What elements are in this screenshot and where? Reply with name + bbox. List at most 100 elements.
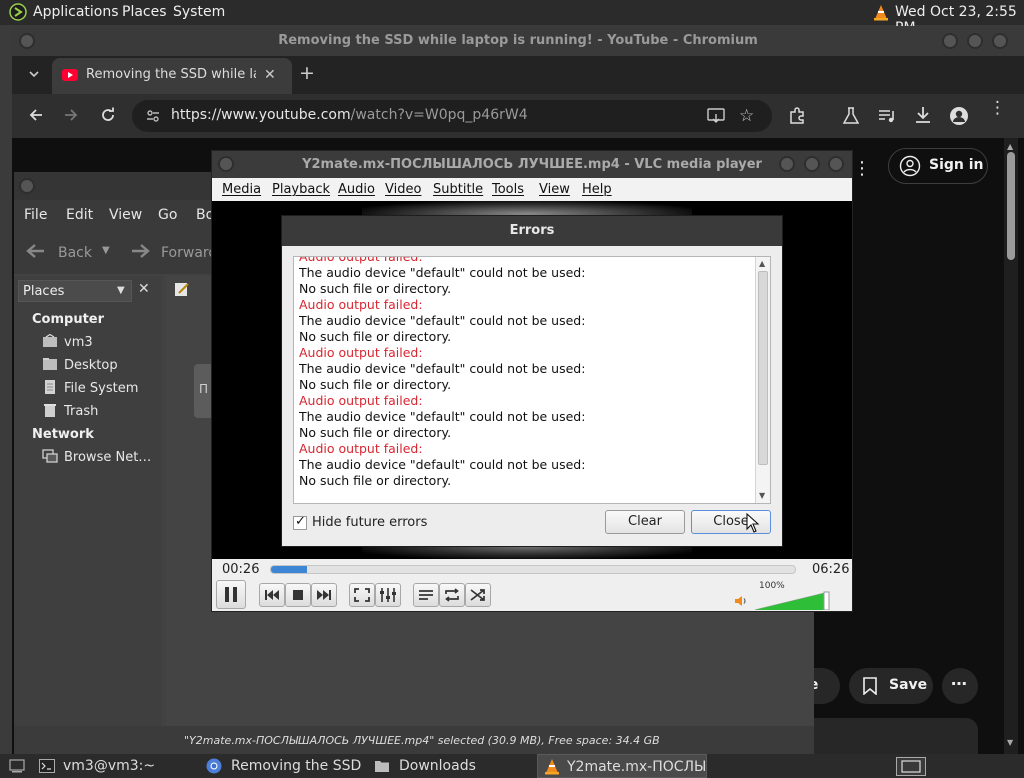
media-controls-icon[interactable] <box>878 108 896 124</box>
sidebar-item-vm3[interactable]: vm3 <box>64 335 93 350</box>
downloads-icon[interactable] <box>915 106 931 124</box>
labs-flask-icon[interactable] <box>843 107 859 125</box>
taskbar-label-chromium: Removing the SSD ... <box>231 758 364 774</box>
window-menu-button[interactable] <box>19 33 35 49</box>
cast-icon[interactable] <box>707 108 725 124</box>
extended-settings-button[interactable] <box>375 583 401 607</box>
errors-scrollbar[interactable]: ▲ ▼ <box>755 257 770 503</box>
vlc-menu-video[interactable]: Video <box>385 182 421 197</box>
errors-scroll-down-icon[interactable]: ▼ <box>759 491 765 500</box>
url-text: https://www.youtube.com/watch?v=W0pq_p46… <box>171 107 528 123</box>
next-button[interactable] <box>311 583 337 607</box>
back-icon[interactable] <box>24 242 46 260</box>
fm-menu-view[interactable]: View <box>109 207 142 223</box>
vlc-menu-audio[interactable]: Audio <box>338 182 375 197</box>
close-tab-icon[interactable]: ✕ <box>264 67 276 83</box>
url-path: /watch?v=W0pq_p46rW4 <box>350 107 528 123</box>
vlc-minimize-button[interactable] <box>779 156 795 172</box>
vlc-maximize-button[interactable] <box>804 156 820 172</box>
fm-menu-file[interactable]: File <box>24 207 47 223</box>
pause-button[interactable] <box>216 580 246 609</box>
reload-icon[interactable] <box>100 107 116 123</box>
tab-youtube[interactable]: Removing the SSD while lapt ✕ <box>52 58 292 94</box>
vlc-tray-icon[interactable] <box>873 4 889 21</box>
site-info-icon[interactable] <box>145 108 161 124</box>
profile-icon[interactable] <box>949 106 969 126</box>
address-bar[interactable]: https://www.youtube.com/watch?v=W0pq_p46… <box>132 100 772 132</box>
menu-places[interactable]: Places <box>122 4 167 20</box>
taskbar-item-downloads[interactable]: Downloads <box>370 754 532 778</box>
workspace-switcher-icon[interactable] <box>896 757 926 776</box>
vlc-close-button[interactable] <box>828 156 844 172</box>
distro-logo-icon[interactable] <box>9 3 27 21</box>
taskbar-item-terminal[interactable]: vm3@vm3:~ <box>36 754 196 778</box>
errors-title: Errors <box>509 223 555 238</box>
errors-scrollbar-thumb[interactable] <box>758 271 768 465</box>
menu-system[interactable]: System <box>173 4 225 20</box>
extensions-icon[interactable] <box>788 107 806 125</box>
forward-arrow-icon[interactable] <box>63 107 79 123</box>
volume-speaker-icon[interactable] <box>734 595 748 607</box>
places-selector[interactable]: Places ▼ <box>18 280 132 302</box>
sidebar-item-browse-network[interactable]: Browse Net… <box>64 450 151 465</box>
vlc-window-menu-button[interactable] <box>218 156 234 172</box>
loop-button[interactable] <box>439 583 465 607</box>
browser-menu-icon[interactable]: ⋮ <box>989 100 1006 117</box>
scrollbar-thumb[interactable] <box>1007 152 1015 260</box>
save-button[interactable]: Save <box>849 668 933 704</box>
sidebar-item-trash[interactable]: Trash <box>64 404 98 419</box>
taskbar-item-vlc[interactable]: Y2mate.mx-ПОСЛЫ... <box>537 754 707 778</box>
show-desktop-icon[interactable] <box>9 759 25 773</box>
stop-button[interactable] <box>285 583 311 607</box>
back-history-chevron-icon[interactable]: ▼ <box>102 245 110 256</box>
chromium-title-bar[interactable]: Removing the SSD while laptop is running… <box>12 26 1024 56</box>
sidebar-item-file-system[interactable]: File System <box>64 381 138 396</box>
menu-applications[interactable]: Applications <box>33 4 119 20</box>
scroll-up-arrow-icon[interactable]: ▲ <box>1007 142 1013 151</box>
errors-title-bar[interactable]: Errors <box>282 216 782 246</box>
vlc-menu-media[interactable]: Media <box>222 182 261 197</box>
vlc-title-bar[interactable]: Y2mate.mx-ПОСЛЫШАЛОСЬ ЛУЧШЕЕ.mp4 - VLC m… <box>212 151 852 178</box>
location-edit-icon[interactable] <box>174 281 190 297</box>
maximize-button[interactable] <box>967 33 983 49</box>
tab-search-chevron-icon[interactable] <box>28 68 40 80</box>
back-label[interactable]: Back <box>58 245 92 261</box>
fm-menu-go[interactable]: Go <box>158 207 177 223</box>
close-button[interactable] <box>992 33 1008 49</box>
fm-window-menu-button[interactable] <box>19 178 35 194</box>
errors-log[interactable]: Audio output failed: The audio device "de… <box>293 256 771 504</box>
previous-button[interactable] <box>259 583 285 607</box>
vlc-menu-subtitle[interactable]: Subtitle <box>433 182 483 197</box>
youtube-more-icon[interactable]: ⋮ <box>853 158 871 179</box>
bookmark-star-icon[interactable]: ☆ <box>739 106 754 126</box>
playlist-button[interactable] <box>413 583 439 607</box>
errors-scroll-up-icon[interactable]: ▲ <box>759 259 765 268</box>
hide-future-errors-checkbox[interactable]: ✓ <box>293 514 307 530</box>
tab-title: Removing the SSD while lapt <box>86 67 256 82</box>
seek-bar[interactable] <box>270 565 796 574</box>
fm-menu-edit[interactable]: Edit <box>66 207 93 223</box>
scroll-down-arrow-icon[interactable]: ▼ <box>1007 738 1013 747</box>
vlc-menu-help[interactable]: Help <box>582 182 612 197</box>
file-item-partial[interactable]: П <box>194 364 212 418</box>
clear-button[interactable]: Clear <box>605 510 685 534</box>
sidebar-item-desktop[interactable]: Desktop <box>64 358 118 373</box>
forward-icon[interactable] <box>130 242 152 260</box>
vlc-menu-playback[interactable]: Playback <box>272 182 330 197</box>
vlc-menu-view[interactable]: View <box>539 182 570 197</box>
back-arrow-icon[interactable] <box>28 107 44 123</box>
scrollbar-track[interactable]: ▲ ▼ <box>1004 138 1018 754</box>
forward-label[interactable]: Forward <box>161 245 217 261</box>
minimize-button[interactable] <box>942 33 958 49</box>
vlc-menu-tools[interactable]: Tools <box>492 182 524 197</box>
new-tab-icon[interactable]: + <box>299 62 315 84</box>
taskbar-item-chromium[interactable]: Removing the SSD ... <box>202 754 364 778</box>
shuffle-button[interactable] <box>465 583 491 607</box>
more-actions-button[interactable]: ⋯ <box>942 668 978 704</box>
close-sidebar-icon[interactable]: ✕ <box>138 281 150 297</box>
fullscreen-button[interactable] <box>349 583 375 607</box>
sign-in-button[interactable]: Sign in <box>888 148 988 184</box>
hide-future-errors-label[interactable]: Hide future errors <box>312 515 427 530</box>
volume-slider[interactable] <box>755 591 830 610</box>
error-line: No such file or directory. <box>299 281 452 296</box>
